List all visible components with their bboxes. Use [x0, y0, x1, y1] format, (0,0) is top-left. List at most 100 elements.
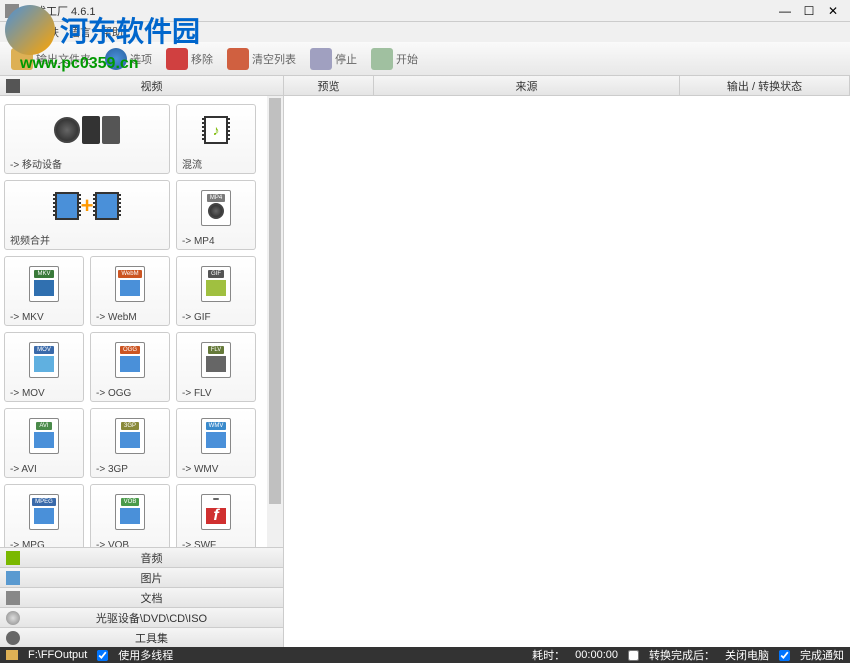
options-button[interactable]: 选项 [99, 45, 158, 73]
output-folder-icon[interactable] [6, 650, 18, 660]
shutdown-label: 关闭电脑 [725, 647, 769, 663]
elapsed-value: 00:00:00 [575, 649, 618, 661]
tile-3gp-label: -> 3GP [91, 462, 169, 477]
tile-wmv[interactable]: WMV -> WMV [176, 408, 256, 478]
tile-mp4-label: -> MP4 [177, 234, 255, 249]
menu-help[interactable]: 帮助 [101, 24, 123, 40]
film-blue-icon [55, 192, 79, 220]
clear-icon [227, 48, 249, 70]
swf-file-icon: f [201, 494, 231, 530]
tile-gif-label: -> GIF [177, 310, 255, 325]
elapsed-label: 耗时： [532, 647, 565, 663]
stop-button[interactable]: 停止 [304, 45, 363, 73]
vob-file-icon: VOB [115, 494, 145, 530]
category-image[interactable]: 图片 [0, 567, 283, 587]
tile-mp4[interactable]: MP4 -> MP4 [176, 180, 256, 250]
menu-skin[interactable]: 皮肤 [37, 24, 59, 40]
col-output-status[interactable]: 输出 / 转换状态 [680, 76, 850, 95]
notify-label: 完成通知 [800, 647, 844, 663]
clear-label: 清空列表 [252, 51, 296, 67]
column-headers: 预览 来源 输出 / 转换状态 [284, 76, 850, 96]
task-list-area[interactable] [284, 96, 850, 647]
clear-list-button[interactable]: 清空列表 [221, 45, 302, 73]
task-list-panel: 预览 来源 输出 / 转换状态 [284, 76, 850, 647]
category-video-label: 视频 [26, 78, 277, 94]
multithread-label: 使用多线程 [118, 647, 173, 663]
category-document-label: 文档 [26, 590, 277, 606]
tile-mux-label: 混流 [177, 154, 255, 173]
menu-language[interactable]: 语言 [69, 24, 91, 40]
mov-file-icon: MOV [29, 342, 59, 378]
tile-mkv[interactable]: MKV-> MKV [4, 256, 84, 326]
tile-mux[interactable]: ♪ 混流 [176, 104, 256, 174]
category-image-label: 图片 [26, 570, 277, 586]
col-source[interactable]: 来源 [374, 76, 680, 95]
statusbar: F:\FFOutput 使用多线程 耗时： 00:00:00 转换完成后： 关闭… [0, 647, 850, 663]
image-icon [6, 571, 20, 585]
tile-webm[interactable]: WebM-> WebM [90, 256, 170, 326]
window-title: 格式工厂 4.6.1 [24, 3, 773, 19]
category-audio[interactable]: 音频 [0, 547, 283, 567]
category-toolkit[interactable]: 工具集 [0, 627, 283, 647]
output-folder-label: 输出文件夹 [36, 51, 91, 67]
stop-label: 停止 [335, 51, 357, 67]
remove-icon [166, 48, 188, 70]
options-label: 选项 [130, 51, 152, 67]
video-format-grid: -> 移动设备 ♪ 混流 + 视频合并 MP4 -> MP4 MKV-> MKV… [0, 96, 283, 547]
output-path[interactable]: F:\FFOutput [28, 649, 87, 661]
tile-mpg-label: -> MPG [5, 538, 83, 547]
shutdown-checkbox[interactable] [628, 650, 639, 661]
category-document[interactable]: 文档 [0, 587, 283, 607]
tile-vob[interactable]: VOB -> VOB [90, 484, 170, 547]
category-disc-label: 光驱设备\DVD\CD\ISO [26, 610, 277, 626]
mp4-file-icon: MP4 [201, 190, 231, 226]
disc-icon [6, 611, 20, 625]
tile-mpg[interactable]: MPEG-> MPG [4, 484, 84, 547]
reel-icon [54, 117, 80, 143]
remove-button[interactable]: 移除 [160, 45, 219, 73]
folder-icon [11, 48, 33, 70]
tile-mov[interactable]: MOV-> MOV [4, 332, 84, 402]
maximize-button[interactable]: ☐ [797, 2, 821, 20]
gear-icon [6, 631, 20, 645]
wmv-file-icon: WMV [201, 418, 231, 454]
category-video-header[interactable]: 视频 [0, 76, 283, 96]
scrollbar[interactable] [267, 96, 283, 547]
minimize-button[interactable]: — [773, 2, 797, 20]
tile-3gp[interactable]: 3GP -> 3GP [90, 408, 170, 478]
filmstrip-icon: ♪ [204, 116, 228, 144]
tile-vob-label: -> VOB [91, 538, 169, 547]
film-blue-icon [95, 192, 119, 220]
tile-mobile-label: -> 移动设备 [5, 154, 169, 173]
start-icon [371, 48, 393, 70]
clapper-icon [6, 79, 20, 93]
menu-task[interactable]: 任务 [5, 24, 27, 40]
close-button[interactable]: ✕ [821, 2, 845, 20]
tile-mobile-device[interactable]: -> 移动设备 [4, 104, 170, 174]
tile-swf[interactable]: f-> SWF [176, 484, 256, 547]
3gp-file-icon: 3GP [115, 418, 145, 454]
start-label: 开始 [396, 51, 418, 67]
tile-avi-label: -> AVI [5, 462, 83, 477]
output-folder-button[interactable]: 输出文件夹 [5, 45, 97, 73]
tile-ogg[interactable]: OGG-> OGG [90, 332, 170, 402]
app-icon [5, 4, 19, 18]
tile-gif[interactable]: GIF-> GIF [176, 256, 256, 326]
titlebar: 格式工厂 4.6.1 — ☐ ✕ [0, 0, 850, 22]
tile-flv[interactable]: FLV-> FLV [176, 332, 256, 402]
category-audio-label: 音频 [26, 550, 277, 566]
category-toolkit-label: 工具集 [26, 630, 277, 646]
category-disc[interactable]: 光驱设备\DVD\CD\ISO [0, 607, 283, 627]
scroll-thumb[interactable] [269, 98, 281, 504]
tile-avi[interactable]: AVI-> AVI [4, 408, 84, 478]
remove-label: 移除 [191, 51, 213, 67]
tile-wmv-label: -> WMV [177, 462, 255, 477]
col-preview[interactable]: 预览 [284, 76, 374, 95]
tile-merge[interactable]: + 视频合并 [4, 180, 170, 250]
multithread-checkbox[interactable] [97, 650, 108, 661]
tablet-icon [102, 116, 120, 144]
menubar: 任务 皮肤 语言 帮助 [0, 22, 850, 42]
sidebar: 视频 -> 移动设备 ♪ 混流 + 视频合并 MP4 -> MP4 [0, 76, 284, 647]
notify-checkbox[interactable] [779, 650, 790, 661]
start-button[interactable]: 开始 [365, 45, 424, 73]
